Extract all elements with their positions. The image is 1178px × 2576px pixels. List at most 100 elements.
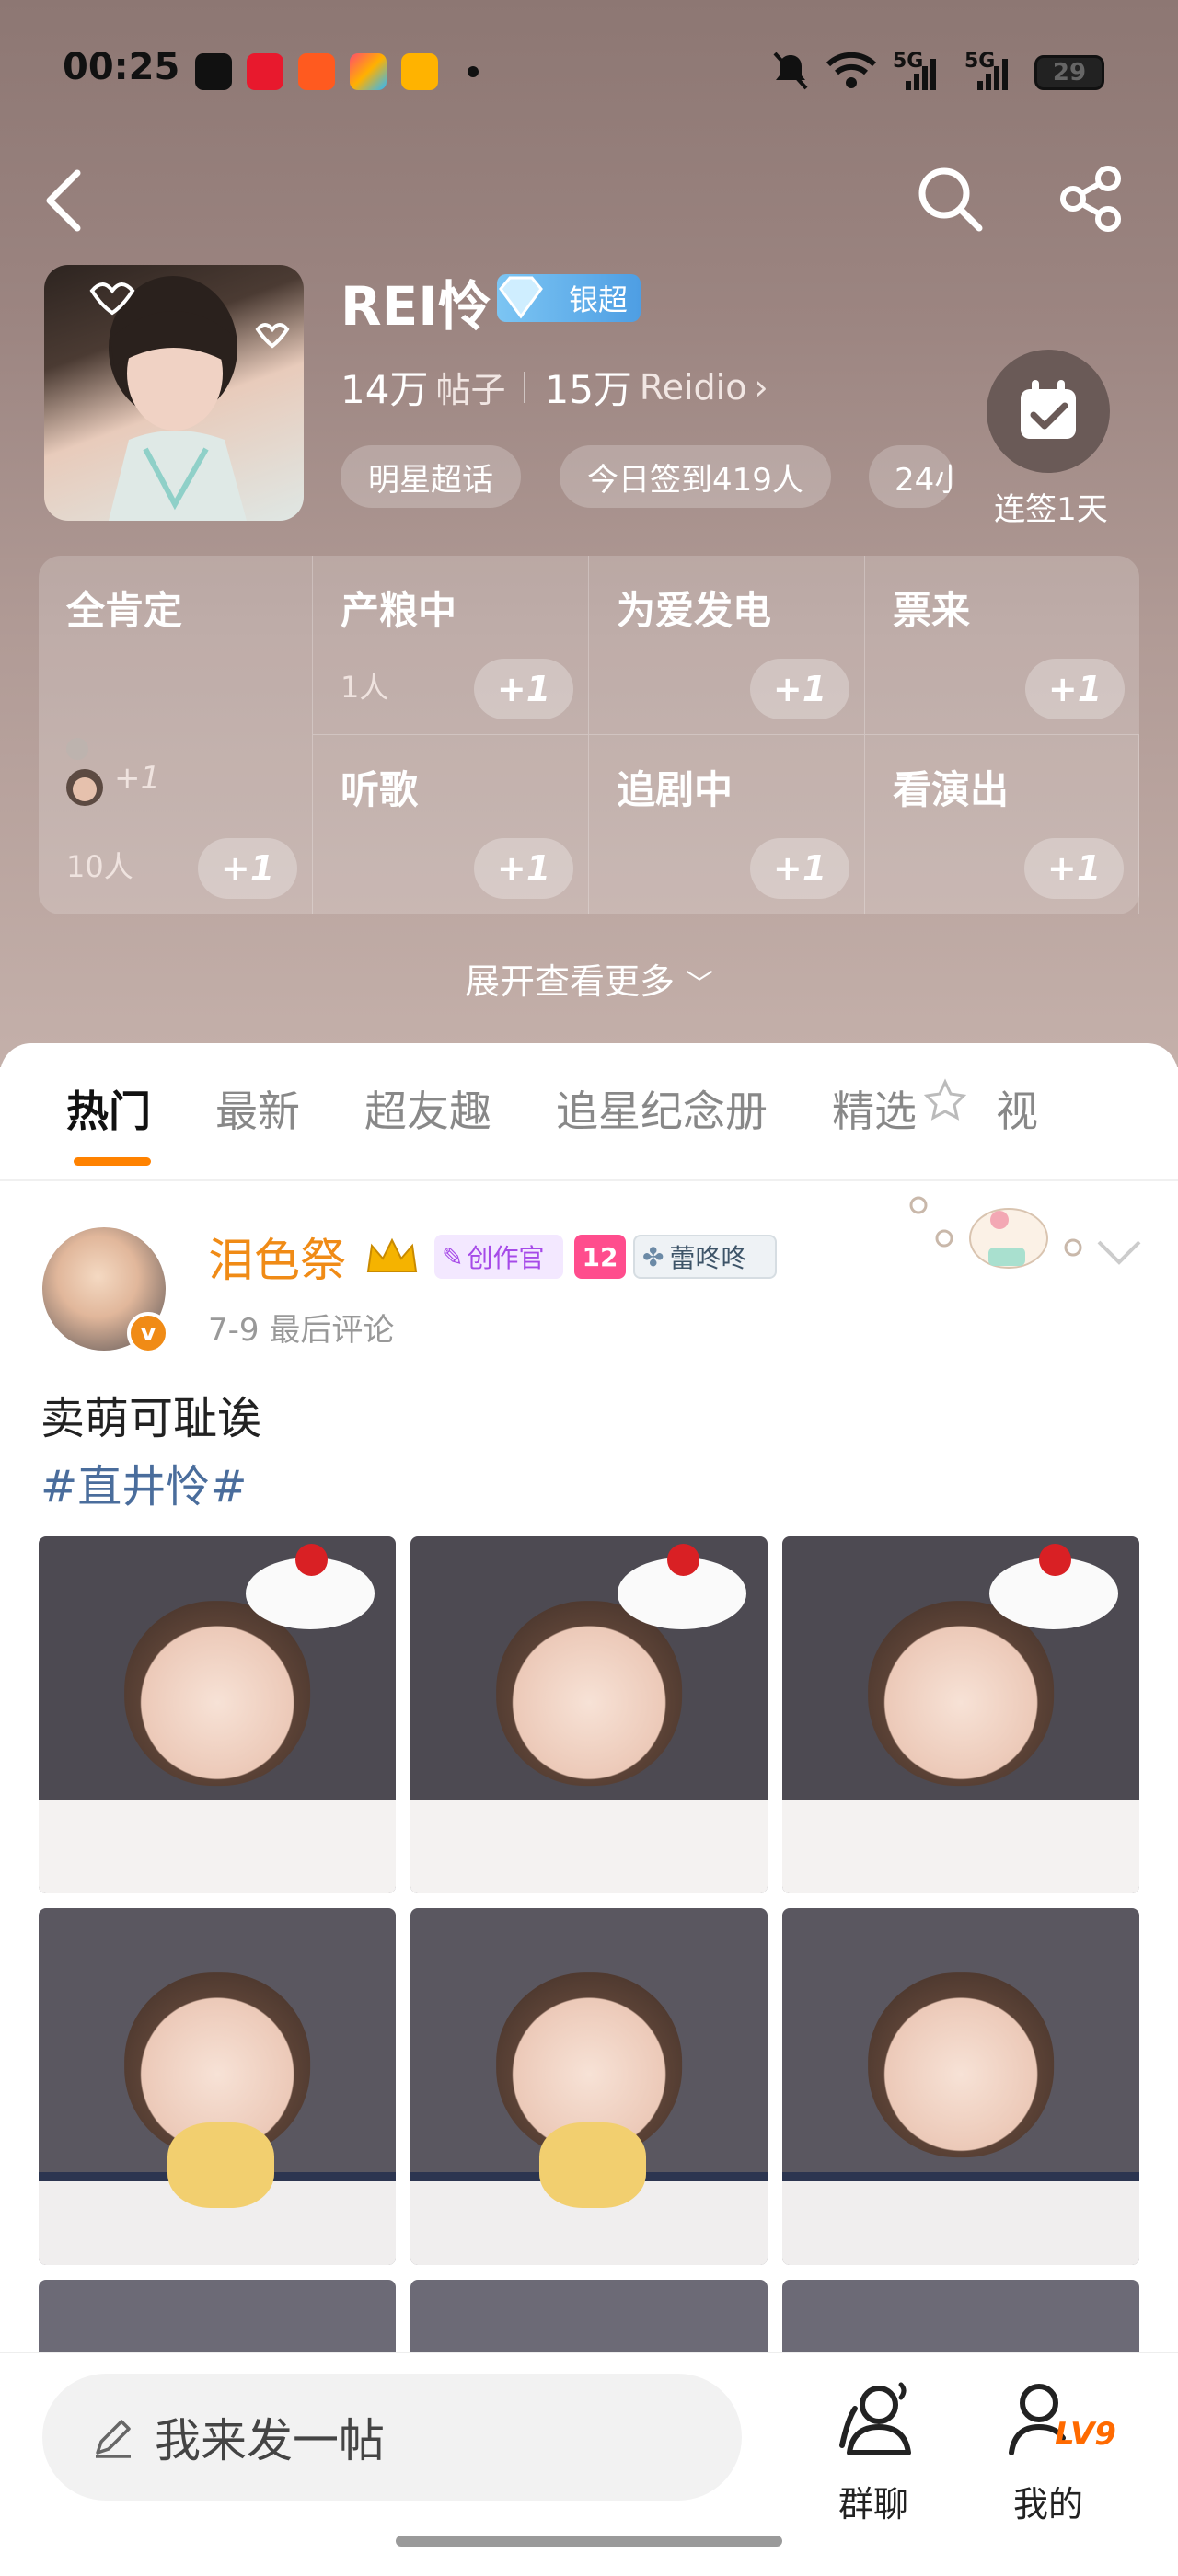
group-chat-icon [839,2382,911,2455]
tiktok-icon [195,53,232,90]
topic-avatar[interactable] [44,265,304,521]
post-photo[interactable] [410,1536,768,1893]
tab-active-indicator [74,1157,151,1166]
nav-group-chat-label: 群聊 [837,2484,908,2524]
tab-hot[interactable]: 热门 [66,1078,151,1139]
silver-super-badge: 银超 [497,274,641,322]
post-photo[interactable] [782,1536,1139,1893]
plus-one-button[interactable]: +1 [474,838,573,899]
level-badge: 12 [574,1235,626,1279]
reaction-cell-fan-art[interactable]: 产粮中 1人 +1 [313,556,589,735]
posts-count: 14万 [341,367,429,412]
chevron-right-icon[interactable]: › [754,367,768,408]
post-author-name[interactable]: 泪色祭 [208,1224,346,1290]
wifi-icon [826,52,877,88]
mini-plus-label: +1 [114,760,161,797]
home-indicator [396,2536,782,2547]
reaction-name: 产粮中 [341,588,457,633]
checkin-button[interactable] [987,350,1110,473]
post-photo[interactable] [39,1536,396,1893]
reaction-name: 票来 [893,588,971,633]
diamond-icon [499,276,543,319]
plus-one-button[interactable]: +1 [750,659,849,719]
posts-label: 帖子 [435,370,506,410]
checkin-streak-label: 连签1天 [994,491,1108,528]
post-text: 卖萌可耻诶 [40,1393,262,1444]
followers-count[interactable]: 15万 [544,359,631,415]
clover-icon: ✤ [642,1241,664,1272]
plus-one-button[interactable]: +1 [750,838,849,899]
pencil-icon [96,2420,131,2458]
mute-bell-icon [773,52,808,90]
creator-badge-label: 创作官 [467,1243,545,1273]
reaction-cell-tickets[interactable]: 票来 +1 [865,556,1139,735]
app3-icon [298,53,335,90]
reaction-name: 追剧中 [617,767,733,812]
tab-bar: 热门 最新 超友趣 追星纪念册 精选 视 [66,1078,1038,1139]
reaction-count: 10人 [66,849,133,884]
followers-label[interactable]: Reidio [640,367,747,408]
badge-label: 银超 [568,282,628,317]
pill-checkin-today[interactable]: 今日签到419人 [560,445,831,508]
post-hashtag[interactable]: #直井怜# [40,1450,247,1514]
plus-one-button[interactable]: +1 [1025,659,1125,719]
verified-badge: v [127,1312,169,1354]
expand-label: 展开查看更多 [464,961,675,1002]
stats-divider [524,371,526,403]
creator-icon: ✎ [442,1241,464,1272]
signal-2-icon [977,59,1008,90]
redbook-icon [247,53,283,90]
calendar-check-icon [1021,380,1076,439]
creator-badge: ✎ 创作官 [434,1235,563,1279]
reaction-cell-shows[interactable]: 看演出 +1 [865,735,1139,914]
signal-1-icon [906,59,936,90]
reaction-name: 全肯定 [66,588,183,633]
topic-stats: 14万 帖子 15万 Reidio › [341,359,768,415]
tab-star-album[interactable]: 追星纪念册 [556,1078,768,1139]
chevron-down-icon: ﹀ [686,969,714,1001]
reaction-cell-listening[interactable]: 听歌 +1 [313,735,589,914]
reaction-name: 为爱发电 [617,588,772,633]
reaction-cell-all-affirm[interactable]: 全肯定 +1 10人 +1 [39,556,313,914]
post-photo[interactable] [782,1908,1139,2265]
back-button[interactable] [37,166,92,236]
plus-one-button[interactable]: +1 [474,659,573,719]
reaction-name: 看演出 [893,767,1010,812]
tab-divider [0,1179,1178,1181]
reaction-cell-watching-drama[interactable]: 追剧中 +1 [589,735,865,914]
reaction-cell-love-power[interactable]: 为爱发电 +1 [589,556,865,735]
post-menu-chevron-icon[interactable] [1095,1238,1143,1268]
share-button[interactable] [1057,166,1126,232]
reaction-count: 1人 [341,670,389,705]
tab-friends-fun[interactable]: 超友趣 [364,1078,491,1139]
fan-badge-label: 蕾咚咚 [669,1243,747,1273]
expand-more-button[interactable]: 展开查看更多 ﹀ [0,953,1178,1004]
plus-one-button[interactable]: +1 [198,838,297,899]
app4-icon [350,53,387,90]
star-badge-icon [922,1078,968,1139]
pill-star-topic[interactable]: 明星超话 [341,445,521,508]
notification-dot [468,66,479,77]
fan-badge: ✤ 蕾咚咚 [633,1235,777,1279]
user-level-badge: LV9 [1055,2416,1116,2453]
tab-latest[interactable]: 最新 [215,1078,300,1139]
search-button[interactable] [915,164,985,234]
nav-me-label: 我的 [1012,2484,1083,2524]
post-time: 7-9 最后评论 [208,1312,395,1349]
plus-one-button[interactable]: +1 [1024,838,1124,899]
post-photo[interactable] [39,1908,396,2265]
reaction-grid: 全肯定 +1 10人 +1 产粮中 1人 +1 为爱发电 +1 票来 +1 听歌… [39,556,1139,914]
new-post-placeholder: 我来发一帖 [155,2414,385,2467]
battery-indicator: 29 [1034,55,1104,90]
video-icon [401,53,438,90]
tab-featured[interactable]: 精选 [832,1078,917,1139]
status-time: 00:25 [63,46,180,88]
nav-me[interactable]: LV9 我的 [979,2372,1117,2526]
new-post-input[interactable]: 我来发一帖 [42,2374,742,2501]
nav-group-chat[interactable]: 群聊 [804,2372,942,2526]
crown-badge-icon [363,1235,422,1279]
post-photo[interactable] [410,1908,768,2265]
tab-video[interactable]: 视 [996,1078,1038,1139]
pill-24h[interactable]: 24小 [869,445,953,508]
sticker-decoration [909,1196,1082,1269]
